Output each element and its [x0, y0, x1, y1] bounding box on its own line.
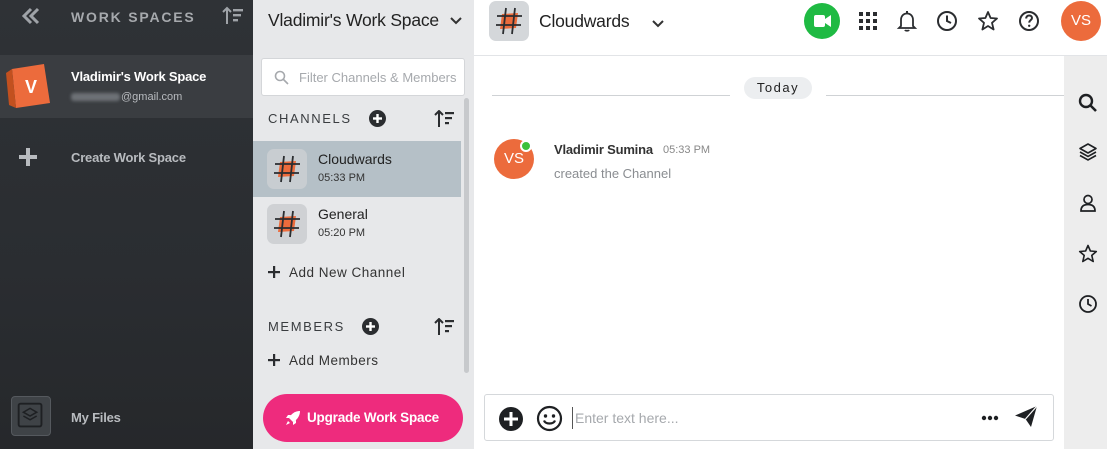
plus-icon [19, 148, 37, 166]
apps-grid-icon[interactable] [857, 10, 879, 32]
channels-heading: CHANNELS [268, 111, 352, 126]
day-divider-line [826, 95, 1064, 96]
workspaces-sidebar: WORK SPACES V Vladimir's Work Space @gma… [0, 0, 253, 449]
user-icon[interactable] [1078, 193, 1098, 213]
filter-box [261, 58, 465, 96]
message-input[interactable] [572, 407, 972, 429]
my-files-button[interactable]: My Files [0, 396, 253, 438]
upgrade-workspace-button[interactable]: Upgrade Work Space [263, 394, 463, 442]
day-divider-line [492, 95, 730, 96]
hashtag-icon [267, 204, 307, 244]
current-channel-name[interactable]: Cloudwards [539, 11, 630, 32]
bell-icon[interactable] [896, 10, 918, 32]
video-call-button[interactable] [804, 3, 840, 39]
help-icon[interactable] [1018, 10, 1040, 32]
send-icon[interactable] [1014, 405, 1038, 429]
workspace-email: @gmail.com [71, 91, 182, 103]
day-divider-label: Today [744, 77, 812, 99]
search-icon [274, 70, 289, 85]
email-redaction [71, 93, 120, 102]
workspaces-header: WORK SPACES [0, 0, 253, 34]
filter-input[interactable] [299, 67, 462, 87]
my-files-label: My Files [71, 410, 121, 425]
right-rail [1064, 56, 1107, 449]
sort-channels-icon[interactable] [434, 110, 454, 128]
members-heading: MEMBERS [268, 319, 345, 334]
workspace-name: Vladimir's Work Space [71, 69, 207, 84]
more-icon[interactable] [981, 411, 999, 425]
workspace-switcher-title: Vladimir's Work Space [268, 10, 439, 30]
active-workspace[interactable]: V Vladimir's Work Space @gmail.com [0, 55, 253, 118]
chevron-down-icon [450, 17, 462, 25]
create-workspace-label: Create Work Space [71, 150, 186, 165]
online-status-indicator [520, 140, 532, 152]
add-channel-icon[interactable] [369, 110, 386, 127]
add-members-label: Add Members [289, 353, 379, 368]
workspaces-title: WORK SPACES [71, 9, 196, 25]
chevron-down-icon[interactable] [651, 17, 665, 31]
channel-item-general[interactable]: General 05:20 PM [253, 196, 461, 252]
channels-scrollbar[interactable] [464, 98, 469, 373]
workspace-initial: V [25, 77, 37, 97]
create-workspace-button[interactable]: Create Work Space [0, 140, 253, 174]
plus-icon [268, 266, 280, 278]
user-avatar[interactable]: VS [1061, 1, 1101, 41]
double-chevron-left-icon[interactable] [20, 6, 42, 26]
add-members-link[interactable]: Add Members [268, 353, 379, 368]
channel-topbar: Cloudwards VS [474, 0, 1107, 56]
channel-name: General [318, 206, 368, 222]
add-new-channel-link[interactable]: Add New Channel [268, 265, 405, 280]
channel-time: 05:20 PM [318, 227, 366, 239]
add-icon[interactable] [498, 406, 524, 432]
workspace-email-domain: @gmail.com [121, 91, 183, 103]
rocket-icon [286, 411, 300, 425]
message-timestamp: 05:33 PM [663, 144, 711, 156]
star-icon[interactable] [1078, 244, 1098, 264]
video-call-icon [814, 15, 831, 27]
clock-icon[interactable] [1078, 294, 1098, 314]
channel-name: Cloudwards [318, 151, 392, 167]
workspace-switcher[interactable]: Vladimir's Work Space [253, 0, 474, 42]
message-composer [484, 394, 1054, 441]
add-member-icon[interactable] [362, 318, 379, 335]
workspace-avatar: V [6, 64, 50, 108]
emoji-icon[interactable] [536, 405, 563, 432]
message-author[interactable]: Vladimir Sumina [554, 142, 653, 157]
sort-members-icon[interactable] [434, 318, 454, 336]
layers-icon [11, 396, 51, 436]
plus-icon [268, 354, 280, 366]
layers-icon[interactable] [1078, 142, 1098, 162]
channel-time: 05:33 PM [318, 172, 366, 184]
clock-icon[interactable] [936, 10, 958, 32]
sort-icon[interactable] [222, 6, 244, 26]
add-new-channel-label: Add New Channel [289, 265, 406, 280]
hashtag-icon [267, 149, 307, 189]
channels-panel: Vladimir's Work Space CHANNELS Cloudward… [253, 0, 474, 449]
star-icon[interactable] [977, 10, 999, 32]
channel-item-cloudwards[interactable]: Cloudwards 05:33 PM [253, 141, 461, 197]
hashtag-icon [489, 1, 529, 41]
chat-main [474, 0, 1064, 449]
search-icon[interactable] [1078, 93, 1098, 113]
upgrade-workspace-label: Upgrade Work Space [307, 410, 439, 425]
message-text: created the Channel [554, 166, 672, 181]
